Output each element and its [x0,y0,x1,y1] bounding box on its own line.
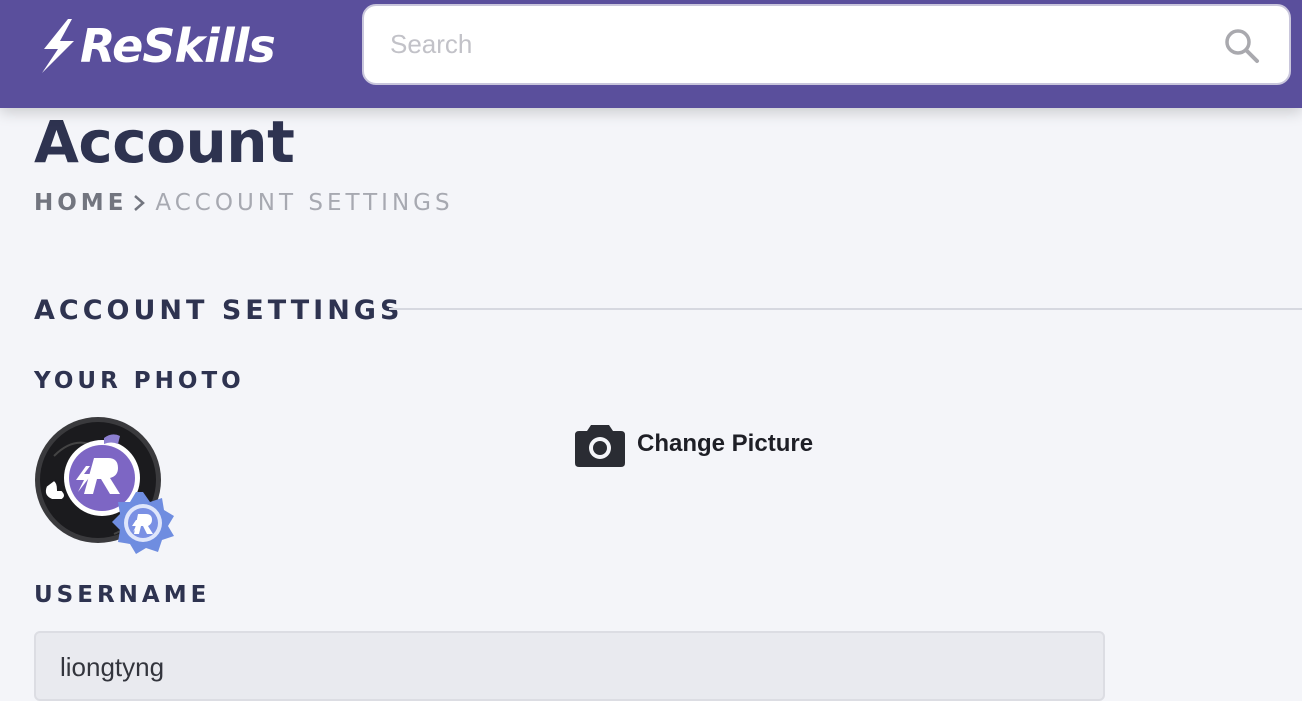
breadcrumb: HOME ACCOUNT SETTINGS [34,188,454,218]
top-navigation-bar: ReSkills [0,0,1302,108]
camera-icon [575,425,625,467]
breadcrumb-home-link[interactable]: HOME [34,190,127,216]
change-picture-button[interactable]: Change Picture [575,420,813,468]
username-label: USERNAME [34,582,211,608]
page-title: Account [34,108,295,176]
reskills-logo[interactable]: ReSkills [38,16,288,76]
change-picture-label: Change Picture [637,430,814,457]
logo-bolt-icon [42,19,74,73]
chevron-right-icon [134,195,146,211]
logo-text: ReSkills [80,19,276,73]
breadcrumb-current: ACCOUNT SETTINGS [155,190,454,216]
search-bar [362,4,1291,85]
section-heading-text: ACCOUNT SETTINGS [34,294,404,326]
username-input[interactable] [60,647,1060,687]
search-input[interactable] [390,6,1210,83]
account-settings-heading: ACCOUNT SETTINGS [34,290,403,330]
verified-badge-icon [112,492,174,554]
avatar [34,416,179,561]
search-icon[interactable] [1222,26,1262,66]
username-field-container [34,631,1105,701]
section-divider [389,308,1302,310]
your-photo-label: YOUR PHOTO [34,368,245,394]
